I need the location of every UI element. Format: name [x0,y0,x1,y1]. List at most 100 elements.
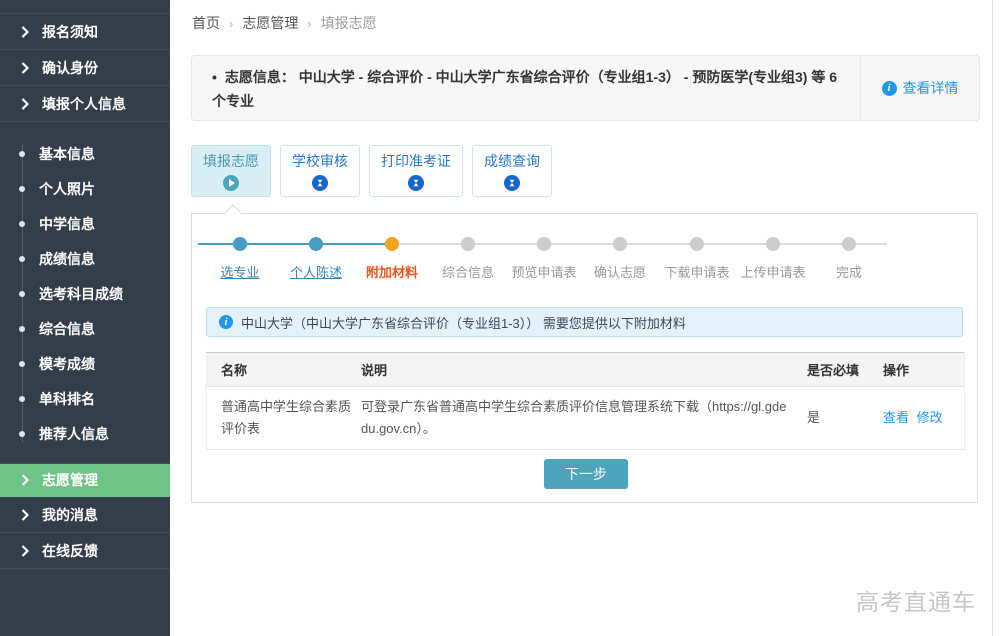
sidebar-item-recommender-info[interactable]: 推荐人信息 [0,416,170,451]
sidebar-item-label: 个人照片 [39,179,95,199]
sidebar-item-label: 选考科目成绩 [39,284,123,304]
sidebar-item-online-feedback[interactable]: 在线反馈 [0,533,170,569]
sidebar-item-signup-notice[interactable]: 报名须知 [0,14,170,50]
step-dot [690,237,704,251]
watermark-text: 高考直通车 [856,583,976,617]
chevron-right-icon [21,62,29,74]
tab-label: 填报志愿 [203,151,259,171]
tab-label: 成绩查询 [484,151,540,171]
step-select-major[interactable]: 选专业 [202,237,278,281]
tab-label: 学校审核 [292,151,348,171]
sidebar-item-subject-rank[interactable]: 单科排名 [0,381,170,416]
bullet-icon [19,291,25,297]
step-download-application: 下载申请表 [659,237,735,281]
sidebar-item-basic-info[interactable]: 基本信息 [0,136,170,171]
bullet-icon [19,361,25,367]
breadcrumb-separator-icon: › [229,16,233,31]
sidebar-bottom-group: 志愿管理 我的消息 在线反馈 [0,463,170,569]
bullet-icon [19,151,25,157]
breadcrumb-current-page: 填报志愿 [321,13,377,33]
bullet-icon [19,186,25,192]
sidebar-item-label: 志愿管理 [42,470,98,490]
header-actions: 操作 [883,353,965,387]
tab-print-admission-ticket[interactable]: 打印准考证 [369,145,463,197]
sidebar-item-volunteer-management[interactable]: 志愿管理 [0,463,170,497]
header-name: 名称 [207,353,362,387]
sidebar-item-personal-info[interactable]: 填报个人信息 [0,86,170,122]
modify-link[interactable]: 修改 [917,410,943,425]
step-dot [842,237,856,251]
header-required: 是否必填 [807,353,883,387]
breadcrumb-home[interactable]: 首页 [192,13,220,33]
page-edge-divider [992,0,993,636]
bullet-icon [19,326,25,332]
tab-fill-volunteer[interactable]: 填报志愿 [191,145,271,197]
header-description: 说明 [361,353,807,387]
view-details-label: 查看详情 [903,78,959,98]
sidebar: 报名须知 确认身份 填报个人信息 基本信息 个人照片 中学信息 成绩信息 选考科… [0,0,170,636]
sidebar-item-label: 确认身份 [42,58,98,78]
materials-required-text: 中山大学（中山大学广东省综合评价（专业组1-3）） 需要您提供以下附加材料 [241,313,686,332]
sidebar-top-group: 报名须知 确认身份 填报个人信息 [0,13,170,122]
cell-actions: 查看 修改 [883,387,965,450]
bullet-icon [19,256,25,262]
step-additional-materials: 附加材料 [354,237,430,281]
step-personal-statement[interactable]: 个人陈述 [278,237,354,281]
table-row: 普通高中学生综合素质评价表 可登录广东省普通高中学生综合素质评价信息管理系统下载… [207,387,965,450]
volunteer-info-box: •志愿信息： 中山大学 - 综合评价 - 中山大学广东省综合评价（专业组1-3）… [191,55,980,121]
sidebar-item-label: 综合信息 [39,319,95,339]
sidebar-item-label: 基本信息 [39,144,95,164]
play-icon [223,175,239,191]
step-dot [385,237,399,251]
main-panel: 选专业 个人陈述 附加材料 综合信息 预览申请表 确认志愿 下载申请表 上传申请… [191,213,978,503]
step-dot [537,237,551,251]
chevron-right-icon [21,26,29,38]
sidebar-item-elective-scores[interactable]: 选考科目成绩 [0,276,170,311]
step-dot [309,237,323,251]
sidebar-item-label: 推荐人信息 [39,424,109,444]
breadcrumb-separator-icon: › [307,16,311,31]
sidebar-item-school-info[interactable]: 中学信息 [0,206,170,241]
bullet-icon [19,431,25,437]
table-header-row: 名称 说明 是否必填 操作 [207,353,965,387]
cell-material-required: 是 [807,387,883,450]
next-step-button[interactable]: 下一步 [544,459,628,489]
sidebar-item-label: 我的消息 [42,505,98,525]
step-dot [461,237,475,251]
sidebar-sub-menu: 基本信息 个人照片 中学信息 成绩信息 选考科目成绩 综合信息 模考成绩 单科排… [0,122,170,463]
sidebar-item-label: 报名须知 [42,22,98,42]
tab-school-review[interactable]: 学校审核 [280,145,360,197]
sidebar-item-mock-scores[interactable]: 模考成绩 [0,346,170,381]
chevron-right-icon [21,509,29,521]
chevron-right-icon [21,545,29,557]
section-tabs: 填报志愿 学校审核 打印准考证 成绩查询 [191,145,552,197]
bullet-icon [19,396,25,402]
tab-label: 打印准考证 [381,151,451,171]
tab-score-query[interactable]: 成绩查询 [472,145,552,197]
progress-stepper: 选专业 个人陈述 附加材料 综合信息 预览申请表 确认志愿 下载申请表 上传申请… [192,214,977,284]
volunteer-info-text-wrap: •志愿信息： 中山大学 - 综合评价 - 中山大学广东省综合评价（专业组1-3）… [192,56,860,120]
step-preview-application: 预览申请表 [506,237,582,281]
step-comprehensive-info: 综合信息 [430,237,506,281]
sidebar-item-score-info[interactable]: 成绩信息 [0,241,170,276]
hourglass-icon [408,175,424,191]
step-upload-application: 上传申请表 [735,237,811,281]
sidebar-item-confirm-identity[interactable]: 确认身份 [0,50,170,86]
cell-material-name: 普通高中学生综合素质评价表 [207,387,362,450]
sidebar-item-my-messages[interactable]: 我的消息 [0,497,170,533]
sidebar-item-comprehensive-info[interactable]: 综合信息 [0,311,170,346]
step-complete: 完成 [811,237,887,281]
sidebar-item-label: 单科排名 [39,389,95,409]
sidebar-item-label: 在线反馈 [42,541,98,561]
sidebar-item-label: 填报个人信息 [42,94,126,114]
step-dot [766,237,780,251]
view-details-link[interactable]: i 查看详情 [860,56,979,120]
panel-pointer-arrow [224,204,242,214]
chevron-right-icon [21,474,29,486]
hourglass-icon [312,175,328,191]
view-link[interactable]: 查看 [883,410,909,425]
info-icon: i [882,81,897,96]
sidebar-item-photo[interactable]: 个人照片 [0,171,170,206]
bullet-icon [19,221,25,227]
breadcrumb-volunteer-management[interactable]: 志愿管理 [242,13,298,33]
